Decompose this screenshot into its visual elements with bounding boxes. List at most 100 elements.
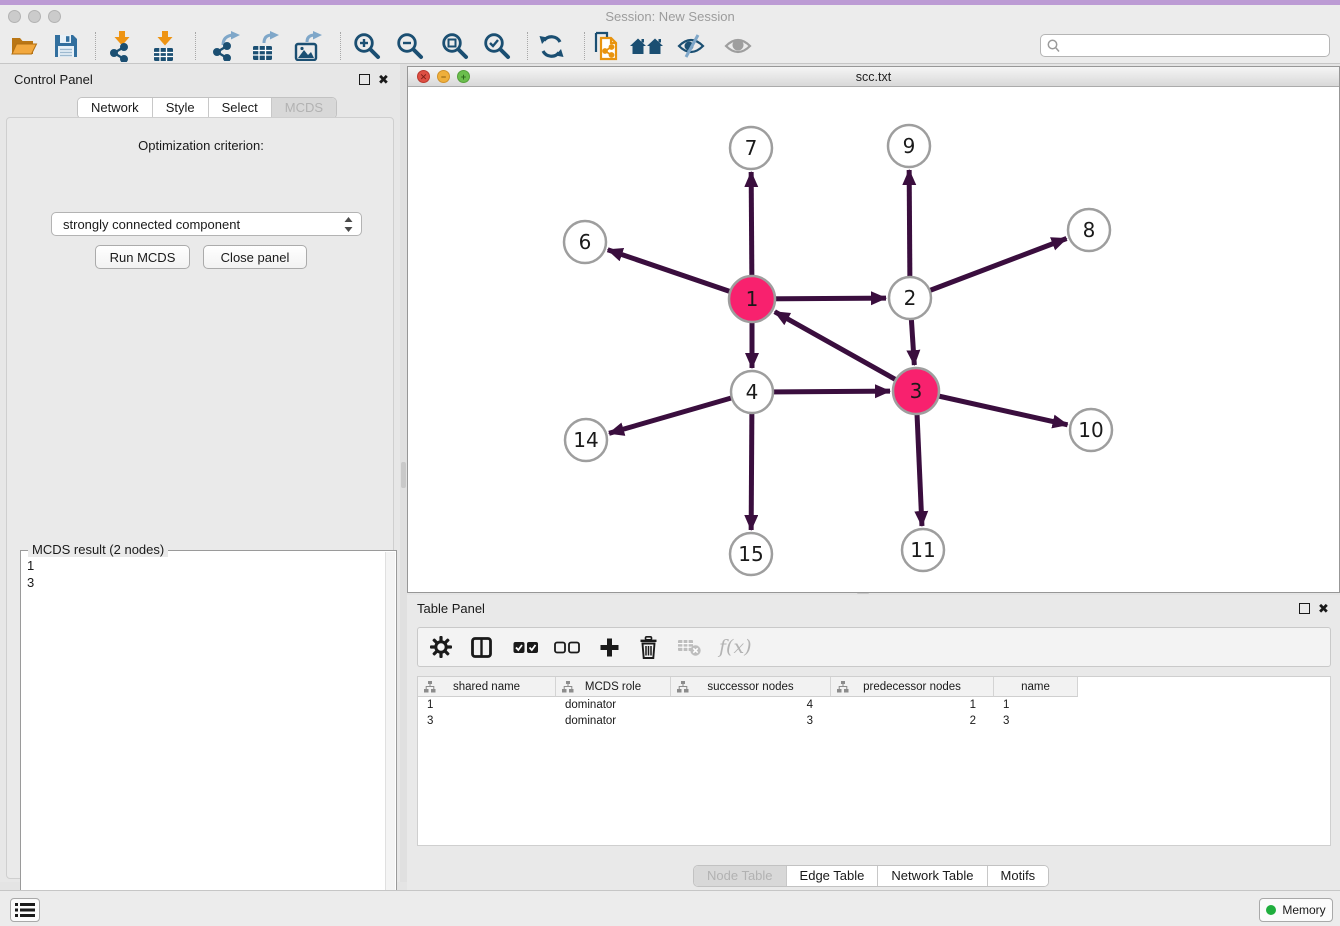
criterion-dropdown[interactable]: strongly connected component bbox=[51, 212, 362, 236]
deselect-all-icon[interactable] bbox=[554, 641, 580, 654]
column-header-MCDS-role[interactable]: MCDS role bbox=[556, 677, 671, 697]
main-toolbar bbox=[0, 28, 1340, 64]
column-label: successor nodes bbox=[707, 681, 793, 693]
control-panel-title: Control Panel bbox=[14, 72, 93, 87]
hide-detail-eye-icon[interactable] bbox=[674, 29, 708, 63]
close-panel-icon[interactable]: ✖ bbox=[378, 74, 389, 86]
column-type-icon bbox=[677, 681, 689, 693]
delete-rows-trash-icon[interactable] bbox=[639, 636, 658, 659]
floppy-disk-icon bbox=[53, 33, 79, 59]
mcds-tab-content: Optimization criterion: strongly connect… bbox=[6, 117, 394, 879]
task-history-button[interactable] bbox=[10, 898, 40, 922]
houses-glyph bbox=[630, 34, 664, 58]
graph-node-label-8: 8 bbox=[1083, 218, 1096, 242]
vertical-splitter-handle[interactable] bbox=[401, 462, 406, 488]
import-network-icon[interactable] bbox=[105, 29, 139, 63]
search-box bbox=[1040, 34, 1330, 57]
column-type-icon bbox=[837, 681, 849, 693]
cell-MCDS-role[interactable]: dominator bbox=[556, 699, 671, 711]
export-image-icon[interactable] bbox=[291, 29, 325, 63]
application-window: Session: New Session bbox=[0, 0, 1340, 926]
table-float-icon[interactable] bbox=[1299, 603, 1310, 614]
cell-successor-nodes[interactable]: 4 bbox=[671, 699, 831, 711]
cell-MCDS-role[interactable]: dominator bbox=[556, 715, 671, 727]
add-column-icon[interactable] bbox=[599, 637, 620, 658]
list-icon bbox=[15, 902, 35, 918]
magnifier-check-glyph bbox=[483, 32, 511, 60]
float-panel-icon[interactable] bbox=[359, 74, 370, 85]
export-image-glyph bbox=[293, 31, 323, 61]
table-panel-title: Table Panel bbox=[417, 601, 485, 616]
table-close-icon[interactable]: ✖ bbox=[1318, 603, 1329, 615]
table-row[interactable]: 3dominator323 bbox=[418, 713, 1330, 729]
cell-shared-name[interactable]: 3 bbox=[418, 715, 556, 727]
cell-successor-nodes[interactable]: 3 bbox=[671, 715, 831, 727]
network-graph: 7968124314101511 bbox=[408, 88, 1339, 592]
graph-node-label-9: 9 bbox=[903, 134, 916, 158]
open-file-icon[interactable] bbox=[7, 29, 41, 63]
optimization-criterion-label: Optimization criterion: bbox=[7, 138, 395, 153]
zoom-fit-icon[interactable] bbox=[438, 29, 472, 63]
table-tab-network-table[interactable]: Network Table bbox=[877, 866, 986, 886]
graph-edge-3-1[interactable] bbox=[775, 312, 916, 391]
tab-mcds[interactable]: MCDS bbox=[271, 98, 336, 118]
graph-edge-2-8[interactable] bbox=[910, 239, 1067, 298]
graph-edge-4-14[interactable] bbox=[609, 392, 752, 433]
tab-select[interactable]: Select bbox=[208, 98, 271, 118]
cell-shared-name[interactable]: 1 bbox=[418, 699, 556, 711]
column-label: MCDS role bbox=[585, 681, 641, 693]
table-tab-edge-table[interactable]: Edge Table bbox=[786, 866, 878, 886]
split-panes-icon[interactable] bbox=[471, 637, 492, 658]
window-title: Session: New Session bbox=[0, 9, 1340, 24]
refresh-glyph bbox=[538, 33, 565, 60]
cell-predecessor-nodes[interactable]: 2 bbox=[831, 715, 994, 727]
import-table-icon[interactable] bbox=[148, 29, 182, 63]
table-row[interactable]: 1dominator411 bbox=[418, 697, 1330, 713]
memory-button[interactable]: Memory bbox=[1259, 898, 1333, 922]
zoom-selected-icon[interactable] bbox=[480, 29, 514, 63]
graph-node-label-3: 3 bbox=[910, 379, 923, 403]
settings-gear-icon[interactable] bbox=[430, 636, 452, 658]
apply-function-icon: f(x) bbox=[719, 636, 752, 658]
export-network-icon[interactable] bbox=[209, 29, 243, 63]
column-header-predecessor-nodes[interactable]: predecessor nodes bbox=[831, 677, 994, 697]
zoom-in-icon[interactable] bbox=[350, 29, 384, 63]
network-canvas[interactable]: 7968124314101511 bbox=[408, 88, 1339, 592]
memory-label: Memory bbox=[1282, 903, 1325, 917]
close-panel-button[interactable]: Close panel bbox=[203, 245, 307, 269]
graph-node-label-2: 2 bbox=[904, 286, 917, 310]
search-input[interactable] bbox=[1065, 36, 1325, 55]
cell-name[interactable]: 1 bbox=[994, 699, 1078, 711]
column-header-shared-name[interactable]: shared name bbox=[418, 677, 556, 697]
criterion-dropdown-value: strongly connected component bbox=[52, 217, 344, 232]
import-table-glyph bbox=[150, 31, 180, 62]
select-all-icon[interactable] bbox=[513, 641, 539, 654]
cell-name[interactable]: 3 bbox=[994, 715, 1078, 727]
column-header-successor-nodes[interactable]: successor nodes bbox=[671, 677, 831, 697]
refresh-view-icon[interactable] bbox=[534, 29, 568, 63]
zoom-out-icon[interactable] bbox=[393, 29, 427, 63]
delete-table-icon bbox=[677, 637, 702, 657]
tab-style[interactable]: Style bbox=[152, 98, 208, 118]
graph-node-label-4: 4 bbox=[746, 380, 759, 404]
title-bar: Session: New Session bbox=[0, 5, 1340, 28]
save-session-icon[interactable] bbox=[49, 29, 83, 63]
result-scrollbar[interactable] bbox=[385, 552, 395, 926]
cell-predecessor-nodes[interactable]: 1 bbox=[831, 699, 994, 711]
export-table-icon[interactable] bbox=[248, 29, 282, 63]
export-network-glyph bbox=[211, 31, 241, 61]
table-tab-motifs[interactable]: Motifs bbox=[987, 866, 1049, 886]
run-mcds-button[interactable]: Run MCDS bbox=[95, 245, 190, 269]
network-window-titlebar[interactable]: ✕ − + scc.txt bbox=[408, 67, 1339, 87]
eye-glyph bbox=[723, 35, 753, 57]
network-overview-icon[interactable] bbox=[630, 29, 664, 63]
column-header-name[interactable]: name bbox=[994, 677, 1078, 697]
control-panel: Control Panel ✖ NetworkStyleSelectMCDS O… bbox=[0, 64, 400, 882]
table-tab-node-table[interactable]: Node Table bbox=[694, 866, 786, 886]
tab-network[interactable]: Network bbox=[78, 98, 152, 118]
eye-slash-glyph bbox=[676, 34, 706, 58]
show-detail-eye-icon bbox=[721, 29, 755, 63]
table-toolbar: f(x) bbox=[417, 627, 1331, 667]
status-bar: Memory bbox=[0, 890, 1340, 926]
duplicate-network-icon[interactable] bbox=[589, 29, 623, 63]
